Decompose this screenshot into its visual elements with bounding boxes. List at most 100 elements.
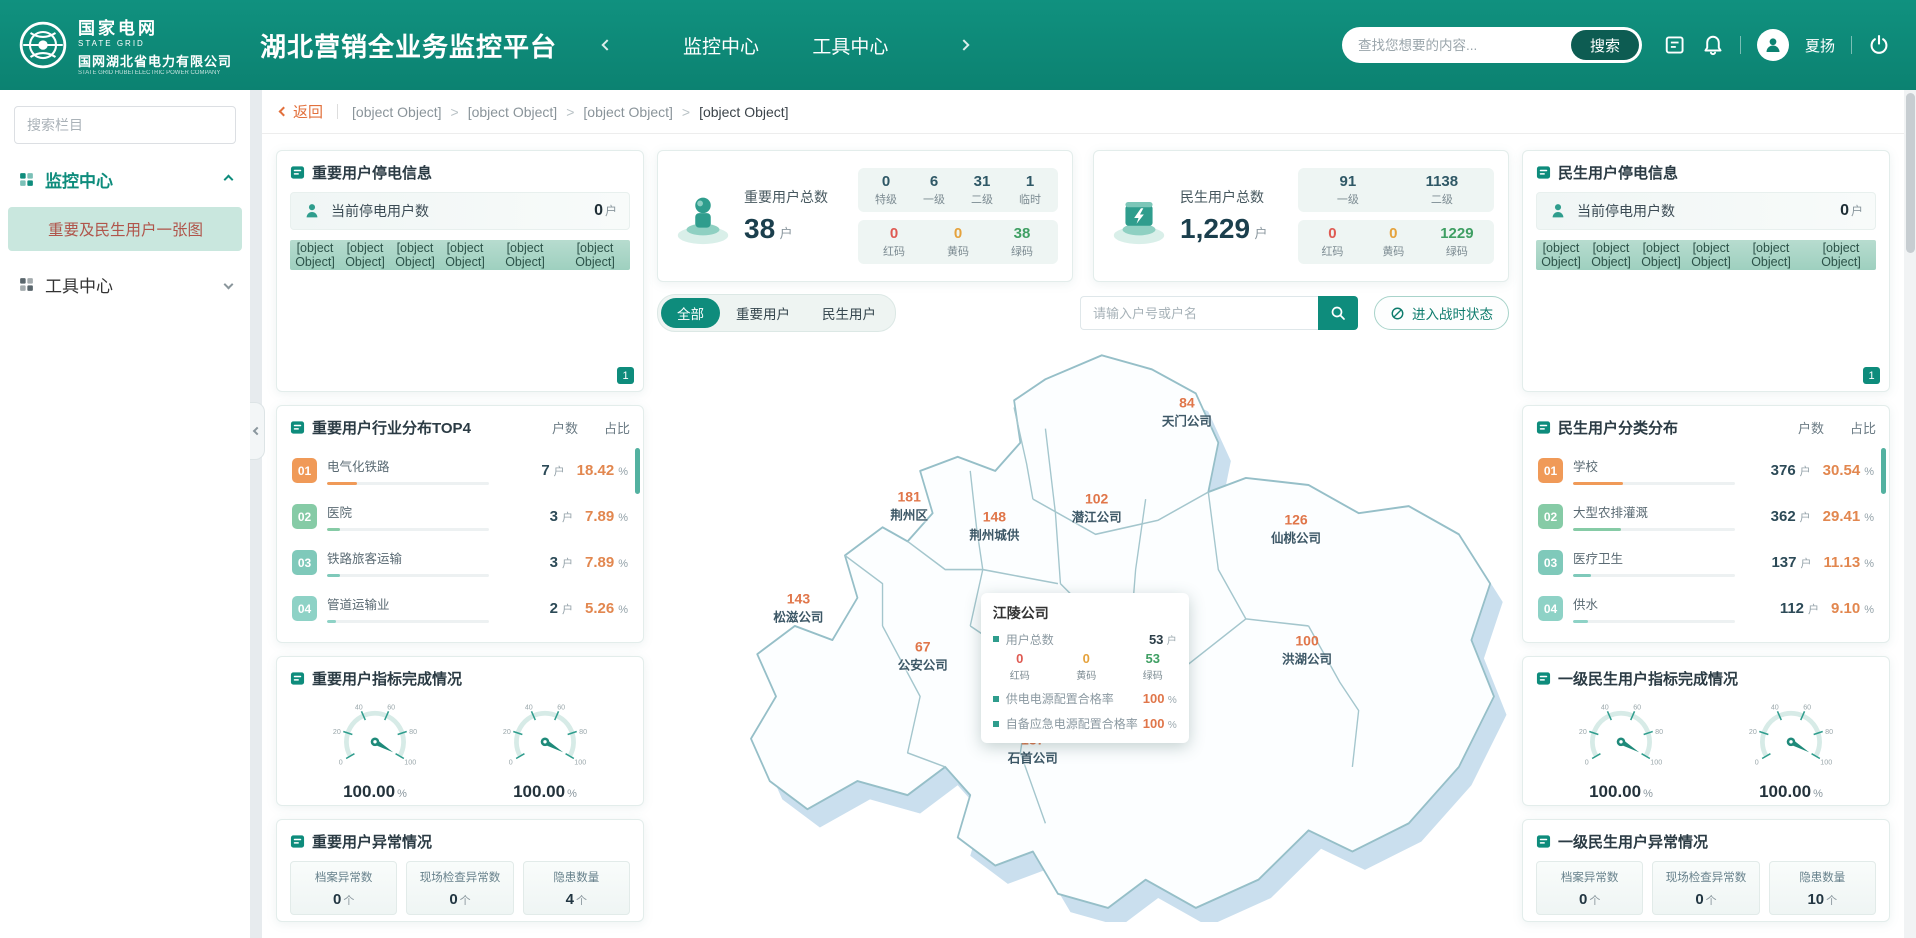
chevron-up-icon	[224, 175, 234, 185]
sidebar-collapse-handle[interactable]	[250, 402, 265, 460]
header-search-input[interactable]	[1358, 38, 1571, 53]
rank-row: 01 学校 376户 30.54%	[1536, 447, 1876, 493]
svg-text:40: 40	[525, 703, 533, 711]
user-type-tab[interactable]: 全部	[661, 298, 720, 328]
pagination[interactable]: 1	[1863, 367, 1880, 384]
map-company-label[interactable]: 143 松滋公司	[773, 590, 823, 625]
pagination[interactable]: 1	[617, 367, 634, 384]
svg-text:100: 100	[1650, 759, 1662, 767]
rank-row: 01 电气化铁路 7户 18.42%	[290, 447, 630, 493]
map-company-label[interactable]: 84 天门公司	[1162, 394, 1212, 429]
card-title-icon	[1536, 834, 1551, 849]
card-title: 一级民生用户指标完成情况	[1558, 668, 1738, 689]
user-type-tab[interactable]: 民生用户	[806, 298, 892, 328]
industry-name: 电气化铁路	[327, 456, 496, 475]
user-type-tabs: 全部 重要用户 民生用户	[657, 294, 896, 332]
sidebar-item-important-users-map[interactable]: 重要及民生用户一张图	[8, 207, 242, 251]
bell-icon[interactable]	[1702, 34, 1724, 56]
scrollbar-thumb[interactable]	[1906, 93, 1915, 253]
progress-fill	[1573, 482, 1623, 485]
header-nav-item[interactable]: 监控中心	[683, 37, 759, 58]
notes-icon[interactable]	[1664, 34, 1686, 56]
breadcrumb-item[interactable]: [object Object]	[583, 104, 699, 120]
username[interactable]: 夏扬	[1805, 35, 1835, 56]
card-title: 民生用户分类分布	[1558, 417, 1678, 438]
svg-text:40: 40	[355, 703, 363, 711]
breadcrumb-item[interactable]: [object Object]	[352, 104, 468, 120]
stat-box: 档案异常数 0个	[290, 861, 397, 915]
map-company-label[interactable]: 126 仙桃公司	[1271, 511, 1321, 546]
sidebar-search-input[interactable]	[14, 106, 236, 144]
svg-text:100: 100	[574, 759, 586, 767]
card-title-icon	[290, 834, 305, 849]
breadcrumb-item[interactable]: [object Object]	[468, 104, 584, 120]
progress-track	[327, 528, 489, 531]
table-column: [object Object]	[1636, 241, 1686, 269]
svg-text:20: 20	[333, 728, 341, 736]
svg-text:100: 100	[1820, 759, 1832, 767]
outage-table-body	[1536, 270, 1876, 378]
bullet-icon	[993, 721, 999, 727]
svg-text:80: 80	[409, 728, 417, 736]
map-company-label[interactable]: 148 荆州城供	[969, 509, 1019, 544]
level-stats: 0 特级 6 一级 31	[858, 168, 1058, 212]
gauge-dial-icon: 02040 6080100	[489, 698, 601, 778]
category-name: 大型农排灌溉	[1573, 502, 1742, 521]
map-company-label[interactable]: 67 公安公司	[898, 638, 948, 673]
svg-text:60: 60	[1803, 703, 1811, 711]
industry-name: 医院	[327, 502, 496, 521]
nav-prev-icon[interactable]	[601, 39, 612, 50]
power-logout-icon[interactable]	[1868, 34, 1890, 56]
important-abnormal-card: 重要用户异常情况 档案异常数 0个 现场检查异常数 0个	[276, 819, 644, 922]
rank-row: 03 铁路旅客运输 3户 7.89%	[290, 539, 630, 585]
stat-box: 档案异常数 0个	[1536, 861, 1643, 915]
svg-text:60: 60	[387, 703, 395, 711]
progress-fill	[327, 528, 340, 531]
divider	[1851, 36, 1852, 54]
card-scrollbar[interactable]	[635, 448, 640, 494]
code-stats: 0 红码 0 黄码 1229	[1298, 220, 1494, 264]
map-company-label[interactable]: 181 荆州区	[890, 488, 928, 523]
svg-text:60: 60	[1633, 703, 1641, 711]
nav-next-icon[interactable]	[959, 39, 970, 50]
table-column: [object Object]	[1536, 241, 1586, 269]
svg-text:80: 80	[1825, 728, 1833, 736]
account-search-button[interactable]	[1318, 296, 1358, 330]
user-type-tab[interactable]: 重要用户	[720, 298, 806, 328]
svg-text:0: 0	[1585, 759, 1589, 767]
map-company-label[interactable]: 100 洪湖公司	[1282, 632, 1332, 667]
breadcrumb-item[interactable]: [object Object]	[699, 104, 789, 120]
sidebar: 监控中心 重要及民生用户一张图 工具中心	[0, 90, 250, 938]
gauge-label: 供电电源配置合格率	[295, 805, 455, 806]
sidebar-item-tool-center[interactable]: 工具中心	[0, 259, 250, 310]
page-scrollbar[interactable]	[1904, 90, 1916, 938]
sidebar-item-monitor-center[interactable]: 监控中心	[0, 154, 250, 205]
wartime-mode-button[interactable]: 进入战时状态	[1374, 296, 1509, 330]
account-search-input[interactable]	[1080, 296, 1318, 330]
abnormal-stats: 档案异常数 0个 现场检查异常数 0个 隐患数量 4个	[290, 861, 630, 915]
avatar[interactable]	[1757, 29, 1789, 61]
card-scrollbar[interactable]	[1881, 448, 1886, 494]
bullet-icon	[993, 696, 999, 702]
pct-column-label: 占比	[604, 418, 630, 437]
table-column: [object Object]	[1686, 241, 1736, 269]
industry-name: 铁路旅客运输	[327, 548, 496, 567]
rank-badge: 02	[292, 504, 317, 529]
header-nav-item[interactable]: 工具中心	[812, 37, 888, 58]
table-column: [object Object]	[340, 241, 390, 269]
code-stat: 0 黄码	[1379, 225, 1407, 259]
svg-text:40: 40	[1601, 703, 1609, 711]
stat-box: 现场检查异常数 0个	[406, 861, 513, 915]
back-button[interactable]: 返回	[280, 101, 323, 122]
header-search-button[interactable]: 搜索	[1571, 30, 1639, 60]
card-title: 重要用户指标完成情况	[312, 668, 462, 689]
map-company-label[interactable]: 102 潜江公司	[1072, 490, 1122, 525]
wartime-icon	[1390, 306, 1405, 321]
stat-box: 隐患数量 10个	[1769, 861, 1876, 915]
breadcrumb-bar: 返回 [object Object][object Object][object…	[262, 90, 1904, 134]
code-stat: 0 红码	[1318, 225, 1346, 259]
important-users-summary-card: 重要用户总数 38 户 0 特级	[657, 150, 1073, 282]
filter-row: 全部 重要用户 民生用户 进入战时状态	[657, 295, 1509, 331]
progress-track	[1573, 482, 1735, 485]
divider	[1740, 36, 1741, 54]
